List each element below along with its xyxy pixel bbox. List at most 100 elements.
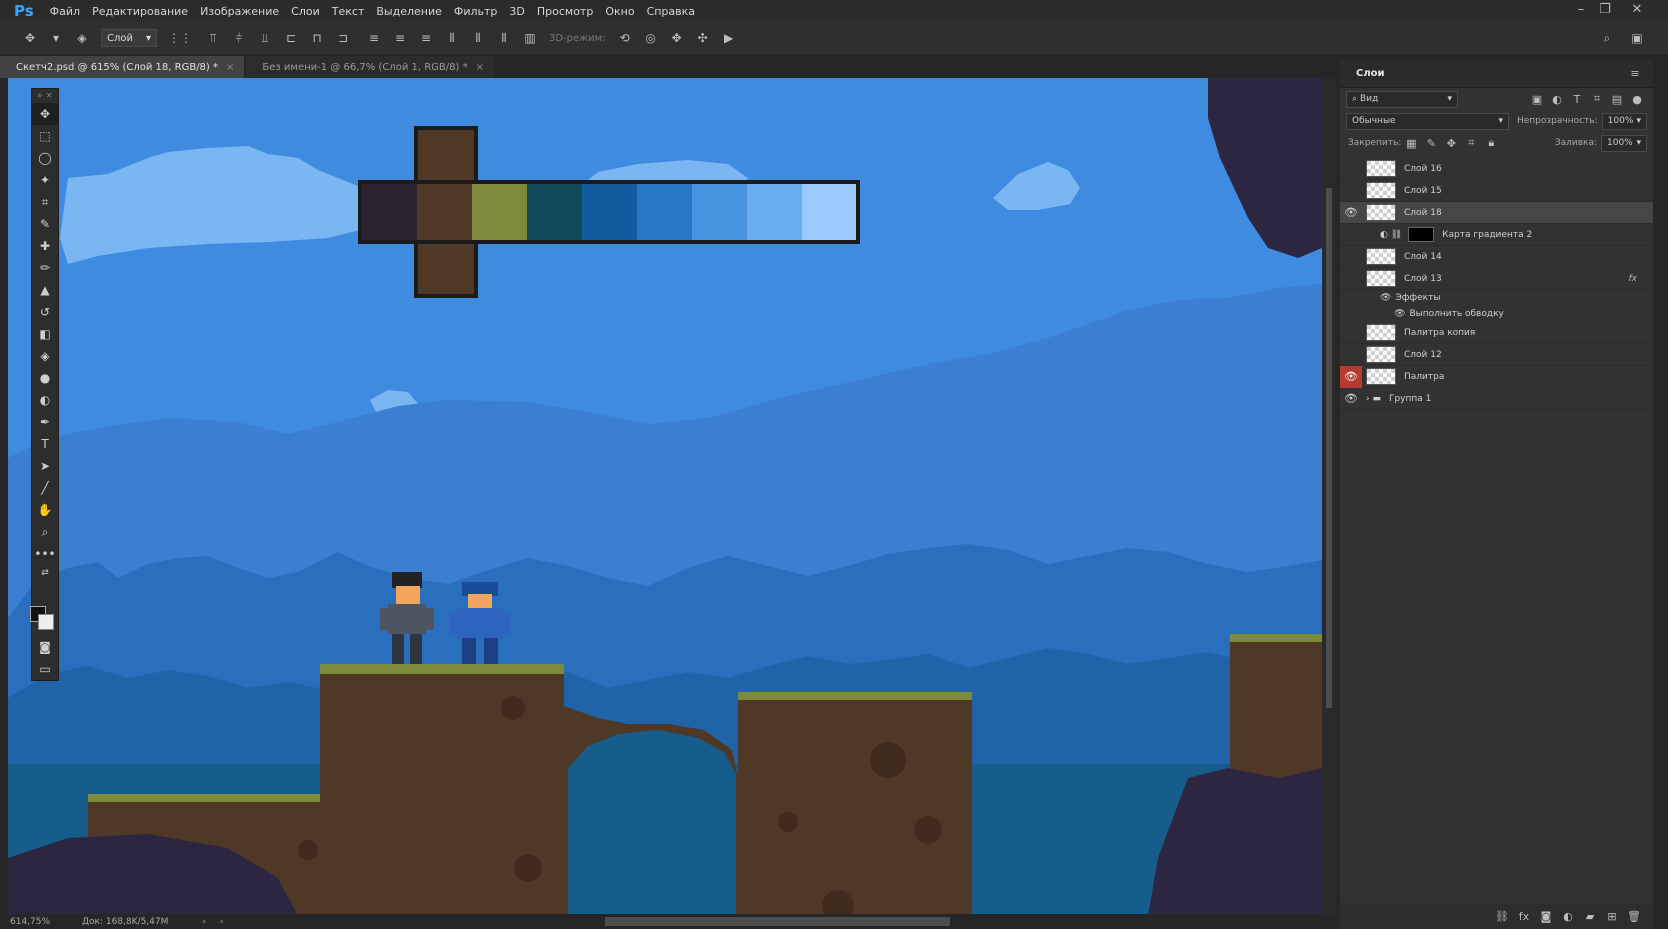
layer-thumbnail[interactable] [1366,182,1396,199]
toolbox-collapse-icon[interactable]: » × [32,89,58,103]
layer-mask-thumbnail[interactable] [1408,227,1435,242]
3d-slide-icon[interactable]: ✣ [695,31,711,45]
blur-tool-icon[interactable]: ● [32,367,58,389]
healing-tool-icon[interactable]: ✚ [32,235,58,257]
distribute-vcenter-icon[interactable]: ≡ [392,31,408,45]
layer-thumbnail[interactable] [1366,204,1396,221]
layer-row[interactable]: Палитра копия [1340,322,1653,344]
3d-camera-icon[interactable]: ▶ [721,31,737,45]
effect-visibility-icon[interactable]: 👁︎ [1380,293,1391,303]
filter-shape-icon[interactable]: ⌗ [1587,92,1607,106]
lock-all-icon[interactable]: 🔒︎ [1481,136,1501,150]
vertical-scrollbar[interactable] [1322,78,1336,916]
distribute-top-icon[interactable]: ≡ [366,31,382,45]
layers-tab[interactable]: Слои [1348,68,1385,79]
quick-mask-icon[interactable]: ◙ [32,636,58,658]
new-layer-icon[interactable]: ⊞ [1603,910,1621,923]
visibility-eye-icon[interactable] [1340,322,1362,344]
menu-window[interactable]: Окно [599,5,640,18]
stamp-tool-icon[interactable]: ▲ [32,279,58,301]
search-icon[interactable]: ⌕ [1599,31,1615,46]
menu-3d[interactable]: 3D [503,5,530,18]
lock-position-icon[interactable]: ✥ [1441,137,1461,150]
visibility-eye-icon[interactable]: 👁︎ [1340,365,1362,388]
auto-select-icon[interactable]: ◈ [74,31,90,45]
hand-tool-icon[interactable]: ✋ [32,499,58,521]
close-window-button[interactable]: ✕ [1624,2,1650,17]
marquee-tool-icon[interactable]: ⬚ [32,125,58,147]
layer-thumbnail[interactable] [1366,270,1396,287]
visibility-eye-icon[interactable] [1340,180,1362,202]
layer-filter-select[interactable]: ⌕ Вид ▾ [1346,90,1458,108]
layer-row[interactable]: 👁︎ › ▬ Группа 1 [1340,388,1653,410]
visibility-eye-icon[interactable] [1340,246,1362,268]
menu-view[interactable]: Просмотр [531,5,599,18]
layer-row[interactable]: ◐ ⛓ Карта градиента 2 [1340,224,1653,246]
zoom-level[interactable]: 614,75% [10,917,70,927]
link-layers-icon[interactable]: ⛓ [1493,910,1511,923]
menu-select[interactable]: Выделение [370,5,448,18]
visibility-eye-icon[interactable]: 👁︎ [1340,388,1362,410]
align-bottom-icon[interactable]: ⫫ [257,31,273,46]
menu-type[interactable]: Текст [326,5,371,18]
layer-row[interactable]: Слой 14 [1340,246,1653,268]
history-brush-tool-icon[interactable]: ↺ [32,301,58,323]
align-top-icon[interactable]: ⫪ [205,31,221,46]
delete-layer-icon[interactable]: 🗑︎ [1625,910,1643,923]
visibility-eye-icon[interactable] [1340,158,1362,180]
distribute-bottom-icon[interactable]: ≡ [418,31,434,45]
lock-artboard-icon[interactable]: ⌗ [1461,136,1481,150]
crop-tool-icon[interactable]: ⌗ [32,191,58,213]
horizontal-scroll-thumb[interactable] [605,917,950,926]
panel-menu-icon[interactable]: ≡ [1625,67,1645,80]
lasso-tool-icon[interactable]: ◯ [32,147,58,169]
eraser-tool-icon[interactable]: ◧ [32,323,58,345]
blend-mode-select[interactable]: Обычные ▾ [1346,112,1509,130]
menu-edit[interactable]: Редактирование [86,5,194,18]
zoom-tool-icon[interactable]: ⌕ [32,521,58,543]
layer-row[interactable]: 👁︎ Эффекты [1340,290,1653,306]
type-tool-icon[interactable]: T [32,433,58,455]
3d-orbit-icon[interactable]: ⟲ [617,31,633,45]
transform-controls-icon[interactable]: ⋮⋮ [168,31,192,45]
3d-pan-icon[interactable]: ✥ [669,31,685,45]
new-adjustment-icon[interactable]: ◐ [1559,910,1577,923]
fill-input[interactable]: 100% ▾ [1601,134,1647,152]
3d-roll-icon[interactable]: ◎ [643,31,659,45]
status-menu-chevron-icon[interactable]: › [202,917,206,927]
auto-align-icon[interactable]: ▥ [522,31,538,45]
menu-help[interactable]: Справка [641,5,701,18]
layer-thumbnail[interactable] [1366,346,1396,363]
visibility-eye-icon[interactable] [1340,344,1362,366]
add-style-icon[interactable]: fx [1515,910,1533,923]
visibility-eye-icon[interactable]: 👁︎ [1340,202,1362,224]
menu-file[interactable]: Файл [44,5,86,18]
layer-thumbnail[interactable] [1366,160,1396,177]
move-tool-icon[interactable]: ✥ [22,31,38,45]
layer-row[interactable]: 👁︎ Палитра [1340,365,1653,388]
layer-fx-icon[interactable]: fx [1629,274,1638,284]
close-tab-icon[interactable]: × [226,62,234,73]
layer-row[interactable]: Слой 16 [1340,158,1653,180]
layer-thumbnail[interactable] [1366,368,1396,385]
menu-filter[interactable]: Фильтр [448,5,504,18]
screen-mode-icon[interactable]: ▭ [32,658,58,680]
more-tools-icon[interactable]: ••• [32,543,58,565]
tab-sketch2[interactable]: Скетч2.psd @ 615% (Слой 18, RGB/8) * × [0,56,245,78]
filter-smart-object-icon[interactable]: ▤ [1607,93,1627,106]
brush-tool-icon[interactable]: ✏ [32,257,58,279]
document-canvas[interactable] [8,78,1322,916]
effect-visibility-icon[interactable]: 👁︎ [1394,309,1405,319]
filter-pixel-icon[interactable]: ▣ [1527,93,1547,106]
move-tool-icon[interactable]: ✥ [32,103,58,125]
layer-row[interactable]: Слой 12 [1340,344,1653,366]
magic-wand-tool-icon[interactable]: ✦ [32,169,58,191]
tool-preset-chevron-icon[interactable]: ▾ [48,31,64,45]
folder-icon[interactable]: › ▬ [1366,394,1381,404]
align-right-icon[interactable]: ⊐ [335,31,351,45]
distribute-left-icon[interactable]: ⦀ [444,31,460,46]
lock-pixels-icon[interactable]: ✎ [1421,137,1441,150]
tab-untitled-1[interactable]: Без имени-1 @ 66,7% (Слой 1, RGB/8) * × [246,56,494,78]
filter-toggle-icon[interactable]: ● [1627,93,1647,106]
line-tool-icon[interactable]: ╱ [32,477,58,499]
